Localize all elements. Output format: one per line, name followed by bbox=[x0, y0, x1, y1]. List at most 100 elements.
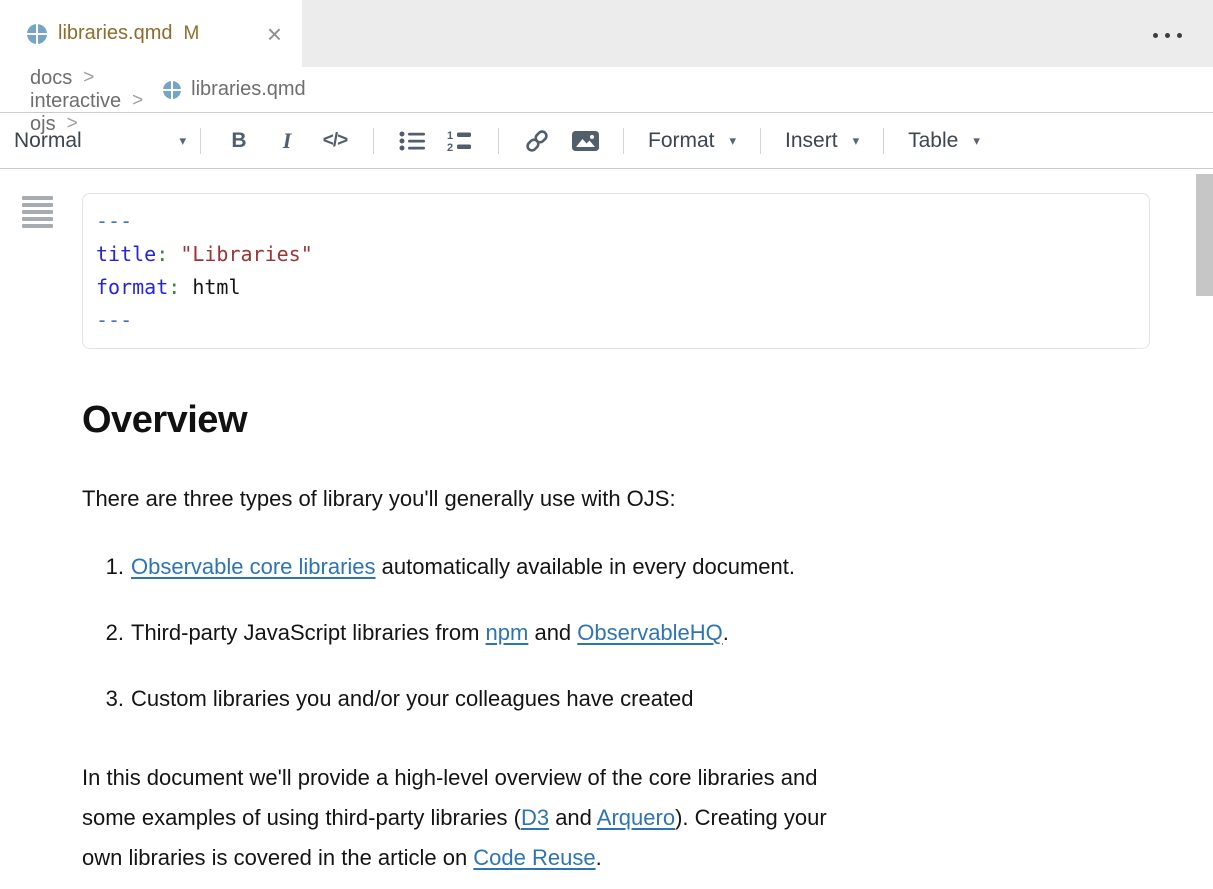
numbered-list-button[interactable]: 1 2 bbox=[440, 123, 480, 159]
dot bbox=[1153, 33, 1158, 38]
text-span: automatically available in every documen… bbox=[376, 554, 795, 579]
text-link[interactable]: Observable core libraries bbox=[131, 554, 376, 579]
toolbar-separator bbox=[200, 128, 201, 154]
code-icon: </> bbox=[323, 130, 347, 152]
italic-button[interactable]: I bbox=[267, 123, 307, 159]
italic-icon: I bbox=[283, 128, 292, 154]
code-token: html bbox=[192, 275, 240, 299]
breadcrumb-segment: interactive > bbox=[30, 90, 163, 113]
bulleted-list-button[interactable] bbox=[392, 123, 432, 159]
toolbar-separator bbox=[498, 128, 499, 154]
visual-editor-content[interactable]: ---title: "Libraries"format: html--- Ove… bbox=[0, 169, 1213, 878]
tab-title: libraries.qmd bbox=[58, 22, 172, 45]
block-drag-handle[interactable] bbox=[22, 196, 53, 228]
dot bbox=[1177, 33, 1182, 38]
chevron-right-icon: > bbox=[83, 67, 94, 89]
closing-paragraph: In this document we'll provide a high-le… bbox=[82, 758, 1102, 878]
modified-badge: M bbox=[183, 23, 199, 45]
code-line: format: html bbox=[96, 271, 1136, 304]
paragraph-line: own libraries is covered in the article … bbox=[82, 838, 1102, 878]
list-item-number: 3. bbox=[82, 686, 124, 712]
formatting-toolbar: Normal ▾ B I </> 1 2 bbox=[0, 113, 1213, 169]
tab-libraries-qmd[interactable]: libraries.qmd M × bbox=[0, 0, 302, 67]
close-icon[interactable]: × bbox=[267, 21, 282, 47]
paragraph-style-dropdown[interactable]: Normal ▾ bbox=[14, 129, 186, 153]
list-item-text: Custom libraries you and/or your colleag… bbox=[131, 686, 694, 712]
breadcrumb-folder[interactable]: interactive bbox=[30, 90, 121, 113]
text-span: and bbox=[549, 805, 597, 830]
code-token: title bbox=[96, 242, 156, 266]
format-menu[interactable]: Format ▾ bbox=[638, 129, 746, 153]
chevron-down-icon: ▾ bbox=[853, 133, 860, 149]
paragraph-style-label: Normal bbox=[14, 129, 82, 153]
insert-menu[interactable]: Insert ▾ bbox=[775, 129, 869, 153]
list-item-number: 1. bbox=[82, 554, 124, 580]
svg-text:1: 1 bbox=[447, 130, 453, 142]
code-button[interactable]: </> bbox=[315, 123, 355, 159]
breadcrumb: quarto-web > docs > interactive > ojs > … bbox=[0, 67, 1213, 113]
list-item: 2. Third-party JavaScript libraries from… bbox=[82, 620, 1213, 646]
toolbar-separator bbox=[883, 128, 884, 154]
bold-button[interactable]: B bbox=[219, 123, 259, 159]
svg-text:2: 2 bbox=[447, 142, 453, 152]
code-token: "Libraries" bbox=[180, 242, 312, 266]
yaml-metadata-block[interactable]: ---title: "Libraries"format: html--- bbox=[82, 193, 1150, 349]
chevron-right-icon: > bbox=[132, 90, 143, 112]
bar bbox=[22, 217, 53, 221]
code-token: format bbox=[96, 275, 168, 299]
breadcrumb-folder[interactable]: docs bbox=[30, 67, 72, 90]
bar bbox=[22, 210, 53, 214]
list-item: 1. Observable core libraries automatical… bbox=[82, 554, 1213, 580]
section-heading: Overview bbox=[82, 399, 1213, 442]
bold-icon: B bbox=[231, 129, 246, 153]
text-link[interactable]: npm bbox=[486, 620, 529, 645]
text-link[interactable]: Arquero bbox=[597, 805, 675, 830]
list-item: 3. Custom libraries you and/or your coll… bbox=[82, 686, 1213, 712]
list-item-text: Third-party JavaScript libraries from np… bbox=[131, 620, 729, 646]
text-span: . bbox=[723, 620, 729, 645]
quarto-file-icon bbox=[27, 24, 47, 44]
link-icon bbox=[524, 128, 550, 154]
text-span: In this document we'll provide a high-le… bbox=[82, 765, 817, 790]
vertical-scrollbar-thumb[interactable] bbox=[1196, 174, 1213, 296]
text-link[interactable]: ObservableHQ bbox=[577, 620, 723, 645]
code-line: title: "Libraries" bbox=[96, 238, 1136, 271]
text-span: Custom libraries you and/or your colleag… bbox=[131, 686, 694, 711]
bulleted-list-icon bbox=[399, 130, 426, 152]
breadcrumb-segment: docs > bbox=[30, 67, 163, 90]
numbered-list: 1. Observable core libraries automatical… bbox=[82, 554, 1213, 712]
image-icon bbox=[572, 130, 599, 152]
text-span: Third-party JavaScript libraries from bbox=[131, 620, 486, 645]
bar bbox=[22, 203, 53, 207]
format-menu-label: Format bbox=[648, 129, 715, 153]
toolbar-separator bbox=[373, 128, 374, 154]
list-item-number: 2. bbox=[82, 620, 124, 646]
code-token: --- bbox=[96, 308, 132, 332]
chevron-down-icon: ▾ bbox=[973, 133, 980, 149]
image-button[interactable] bbox=[565, 123, 605, 159]
text-span: some examples of using third-party libra… bbox=[82, 805, 521, 830]
code-line: --- bbox=[96, 304, 1136, 337]
link-button[interactable] bbox=[517, 123, 557, 159]
text-span: and bbox=[528, 620, 577, 645]
breadcrumb-file-label: libraries.qmd bbox=[191, 78, 305, 101]
code-token: : bbox=[156, 242, 180, 266]
tab-bar: libraries.qmd M × bbox=[0, 0, 1213, 67]
code-token: : bbox=[168, 275, 192, 299]
more-actions-icon[interactable] bbox=[1149, 29, 1186, 42]
chevron-down-icon: ▾ bbox=[730, 133, 737, 149]
chevron-down-icon: ▾ bbox=[179, 133, 186, 149]
text-span: . bbox=[596, 845, 602, 870]
numbered-list-icon: 1 2 bbox=[447, 130, 474, 152]
toolbar-separator bbox=[623, 128, 624, 154]
text-link[interactable]: D3 bbox=[521, 805, 549, 830]
paragraph-line: some examples of using third-party libra… bbox=[82, 798, 1102, 838]
code-line: --- bbox=[96, 205, 1136, 238]
intro-paragraph: There are three types of library you'll … bbox=[82, 486, 1213, 512]
text-span: own libraries is covered in the article … bbox=[82, 845, 473, 870]
breadcrumb-file[interactable]: libraries.qmd bbox=[163, 78, 305, 101]
table-menu-label: Table bbox=[908, 129, 958, 153]
table-menu[interactable]: Table ▾ bbox=[898, 129, 990, 153]
insert-menu-label: Insert bbox=[785, 129, 838, 153]
text-link[interactable]: Code Reuse bbox=[473, 845, 595, 870]
